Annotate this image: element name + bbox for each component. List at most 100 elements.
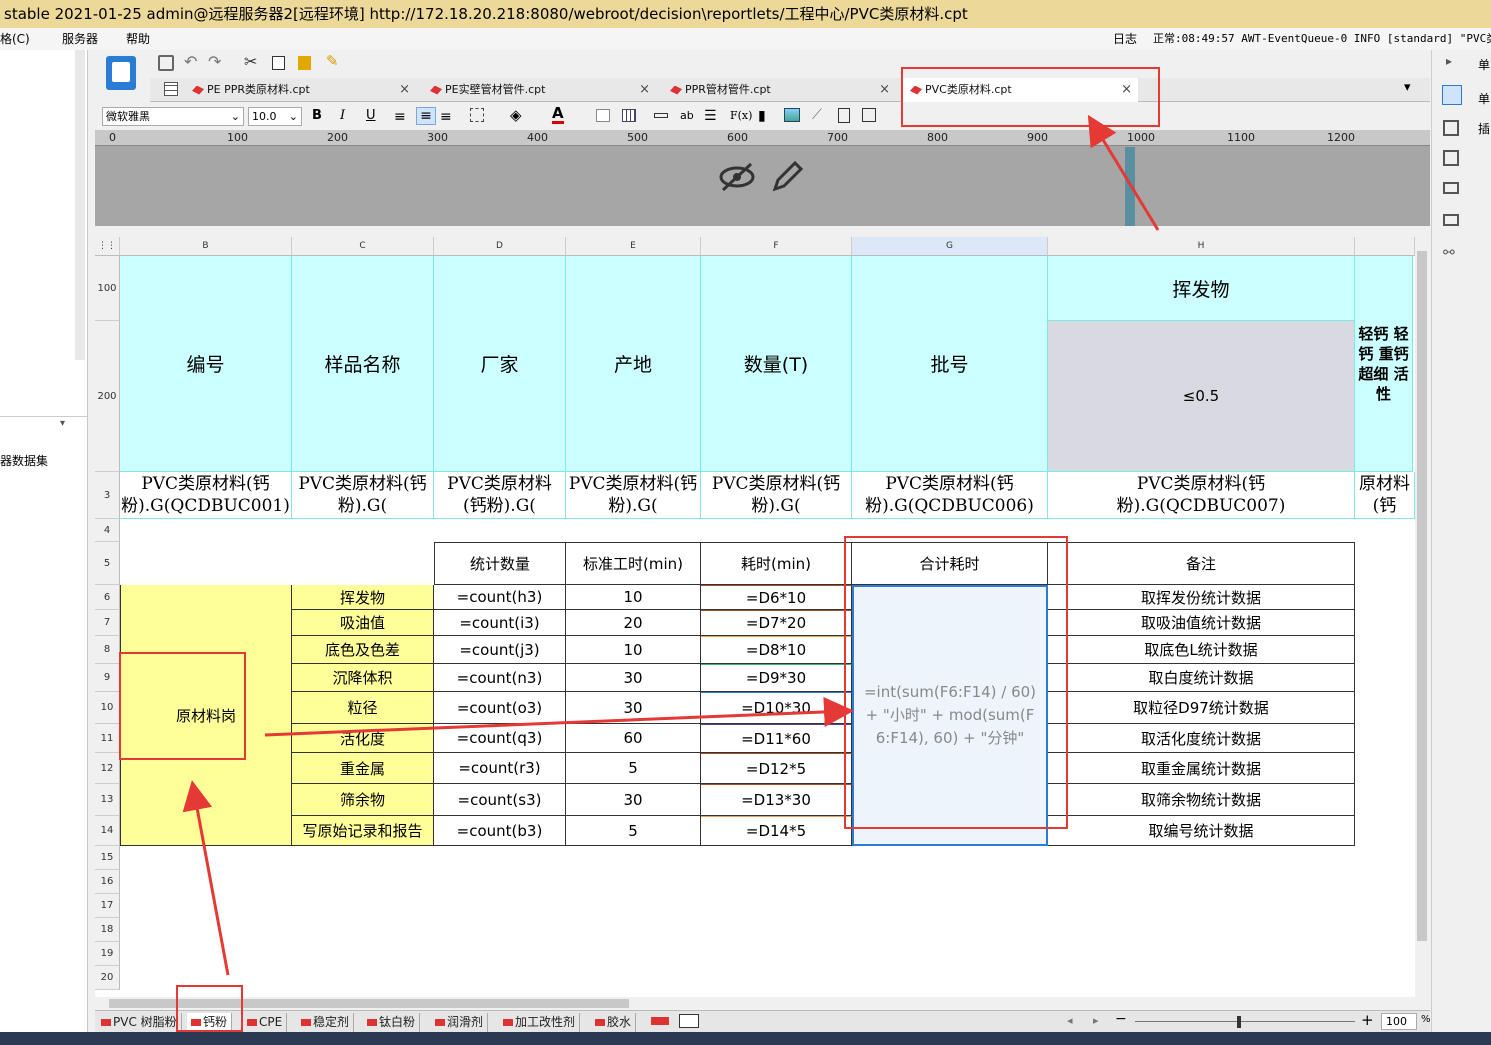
template-app-icon[interactable] <box>106 56 136 90</box>
hide-eye-icon[interactable] <box>718 160 756 194</box>
column-header-f[interactable]: F <box>701 237 852 256</box>
count-formula-cell[interactable]: =count(i3) <box>434 610 566 636</box>
border-icon[interactable] <box>470 108 484 122</box>
zoom-input[interactable]: 100 <box>1381 1013 1417 1030</box>
horizontal-scrollbar[interactable] <box>95 997 1430 1010</box>
font-name-select[interactable]: 微软雅黑 ⌄ <box>102 107 244 126</box>
edit-pencil-icon[interactable] <box>770 160 804 194</box>
std-hours-cell[interactable]: 60 <box>566 724 701 753</box>
undo-icon[interactable]: ↶ <box>184 52 197 71</box>
copy-icon[interactable] <box>272 56 285 70</box>
fill-color-icon[interactable]: ◈ <box>510 106 522 124</box>
scroll-left-icon[interactable]: ◂ <box>1067 1014 1073 1027</box>
menu-item-help[interactable]: 帮助 <box>126 28 150 50</box>
total-time-header[interactable]: 合计耗时 <box>852 542 1048 585</box>
row-header[interactable]: 20 <box>95 966 120 990</box>
row-header[interactable]: 12 <box>95 753 120 784</box>
sheet-tab-modifier[interactable]: 加工改性剂 <box>499 1013 581 1032</box>
std-hours-cell[interactable]: 10 <box>566 636 701 664</box>
sheet-tab-calcium[interactable]: 钙粉 <box>187 1013 233 1032</box>
remark-cell[interactable]: 取吸油值统计数据 <box>1048 610 1355 636</box>
column-header-e[interactable]: E <box>566 237 701 256</box>
tab-pe-ppr[interactable]: PE PPR类原材料.cpt × <box>184 78 416 102</box>
column-header-b[interactable]: B <box>120 237 292 256</box>
item-name-cell[interactable]: 沉降体积 <box>292 664 434 692</box>
server-dataset-label[interactable]: 器数据集 <box>0 452 48 469</box>
select-all-corner[interactable]: ⋮⋮ <box>95 237 120 256</box>
vertical-scrollbar[interactable] <box>1415 237 1429 997</box>
sheet-tab-lubricant[interactable]: 润滑剂 <box>431 1013 489 1032</box>
item-name-cell[interactable]: 粒径 <box>292 692 434 724</box>
item-name-cell[interactable]: 底色及色差 <box>292 636 434 664</box>
sheet-tab-pvc-resin[interactable]: PVC 树脂粉 <box>97 1013 182 1032</box>
paste-icon[interactable] <box>298 56 311 70</box>
stat-count-header[interactable]: 统计数量 <box>434 542 566 585</box>
collapse-arrow-icon[interactable]: ▾ <box>60 418 65 429</box>
tab-pvc-active[interactable]: PVC类原材料.cpt × <box>902 78 1138 102</box>
row-header[interactable]: 4 <box>95 519 120 542</box>
bold-button[interactable]: B <box>312 108 322 123</box>
std-hours-cell[interactable]: 5 <box>566 753 701 784</box>
sheet-tab-glue[interactable]: 胶水 <box>591 1013 637 1032</box>
remark-cell[interactable]: 取粒径D97统计数据 <box>1048 692 1355 724</box>
row-header[interactable]: 8 <box>95 636 120 664</box>
text-tool-button[interactable]: ab <box>680 109 694 122</box>
row-header[interactable]: 15 <box>95 846 120 870</box>
time-formula-cell[interactable]: =D8*10 <box>701 636 852 664</box>
time-formula-cell[interactable]: =D7*20 <box>701 610 852 636</box>
item-name-cell[interactable]: 重金属 <box>292 753 434 784</box>
slash-icon[interactable]: ⟋ <box>812 107 822 123</box>
add-report-sheet-icon[interactable] <box>651 1017 669 1025</box>
cut-icon[interactable]: ✂ <box>244 52 257 71</box>
row-header[interactable]: 11 <box>95 724 120 753</box>
item-name-cell[interactable]: 写原始记录和报告 <box>292 816 434 846</box>
expand-cell-g3[interactable]: PVC类原材料(钙粉).G(QCDBUC006) <box>852 472 1048 519</box>
count-formula-cell[interactable]: =count(o3) <box>434 692 566 724</box>
zoom-out-icon[interactable]: − <box>1115 1011 1127 1027</box>
formula-button[interactable]: F(x) <box>730 109 752 122</box>
item-name-cell[interactable]: 挥发物 <box>292 585 434 610</box>
std-hours-cell[interactable]: 10 <box>566 585 701 610</box>
count-formula-cell[interactable]: =count(s3) <box>434 784 566 816</box>
std-hours-cell[interactable]: 20 <box>566 610 701 636</box>
font-color-icon[interactable]: A <box>552 105 564 124</box>
column-header-h[interactable]: H <box>1048 237 1355 256</box>
align-center-icon[interactable]: ≡ <box>416 107 436 125</box>
menu-item-cell[interactable]: 格(C) <box>0 28 30 50</box>
count-formula-cell[interactable]: =count(j3) <box>434 636 566 664</box>
tab-list-icon[interactable]: ▾ <box>1404 80 1411 95</box>
time-formula-cell[interactable]: =D13*30 <box>701 784 852 816</box>
close-icon[interactable]: × <box>639 78 650 102</box>
grid-template-icon[interactable] <box>164 82 178 96</box>
save-icon[interactable] <box>158 55 174 71</box>
row-header[interactable]: 19 <box>95 942 120 966</box>
row-header[interactable]: 200 <box>95 321 120 472</box>
menu-item-server[interactable]: 服务器 <box>62 28 98 50</box>
row-header[interactable]: 7 <box>95 610 120 636</box>
row-header[interactable]: 13 <box>95 784 120 816</box>
sheet-tab-stabilizer[interactable]: 稳定剂 <box>297 1013 355 1032</box>
std-hours-cell[interactable]: 30 <box>566 664 701 692</box>
cell-attr-icon[interactable] <box>1442 85 1462 105</box>
item-name-cell[interactable]: 活化度 <box>292 724 434 753</box>
remark-cell[interactable]: 取重金属统计数据 <box>1048 753 1355 784</box>
remark-cell[interactable]: 取白度统计数据 <box>1048 664 1355 692</box>
sheet-tab-cpe[interactable]: CPE <box>243 1013 288 1032</box>
std-hours-header[interactable]: 标准工时(min) <box>566 542 701 585</box>
image-icon[interactable] <box>784 108 800 122</box>
header-cell-batch[interactable]: 批号 <box>852 256 1048 472</box>
item-name-cell[interactable]: 吸油值 <box>292 610 434 636</box>
count-formula-cell[interactable]: =count(r3) <box>434 753 566 784</box>
header-cell-volatile-limit[interactable]: ≤0.5 <box>1048 321 1355 472</box>
chart-icon[interactable]: ▮ <box>758 108 766 124</box>
tab-ppr-pipe[interactable]: PPR管材管件.cpt × <box>662 78 896 102</box>
row-header[interactable]: 100 <box>95 256 120 321</box>
align-right-icon[interactable]: ≡ <box>440 109 452 125</box>
list-icon[interactable] <box>1443 214 1459 226</box>
page-boundary-marker[interactable] <box>1125 147 1135 226</box>
item-name-cell[interactable]: 筛余物 <box>292 784 434 816</box>
left-scrollbar[interactable] <box>75 50 85 360</box>
time-formula-cell[interactable]: =D11*60 <box>701 724 852 753</box>
underline-button[interactable]: U <box>366 108 376 123</box>
time-formula-cell[interactable]: =D12*5 <box>701 753 852 784</box>
